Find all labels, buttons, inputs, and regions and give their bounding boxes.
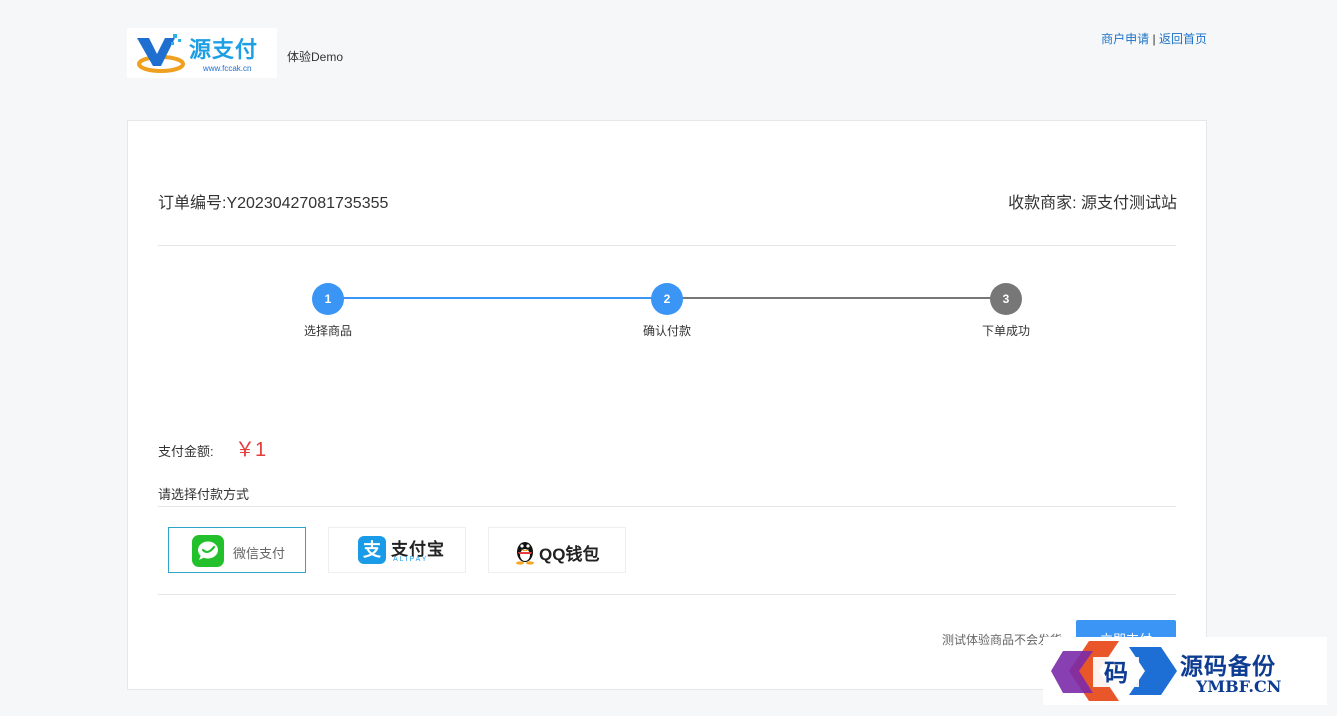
step-2-label: 确认付款 (642, 324, 691, 338)
back-home-link[interactable]: 返回首页 (1159, 32, 1207, 46)
step-1-circle: 1 (312, 283, 344, 315)
logo-url: www.fccak.cn (203, 64, 252, 73)
pay-option-qq[interactable]: QQ钱包 (488, 527, 626, 573)
pay-option-wechat[interactable]: 微信支付 (168, 527, 306, 573)
divider-methods-top (158, 506, 1176, 507)
site-logo[interactable]: 源支付 www.fccak.cn (127, 28, 277, 78)
qq-penguin-icon (516, 542, 534, 565)
pay-option-alipay[interactable]: 支 支付宝 ALIPAY (328, 527, 466, 573)
progress-line-pending (667, 297, 1006, 299)
step-3-label: 下单成功 (981, 324, 1030, 338)
header-subtitle: 体验Demo (287, 50, 344, 64)
divider-top (158, 245, 1176, 246)
progress-line-done (328, 297, 667, 299)
order-card: 订单编号:Y20230427081735355 收款商家: 源支付测试站 1 2… (127, 120, 1207, 690)
step-1-label: 选择商品 (303, 324, 352, 338)
divider-methods-bottom (158, 594, 1176, 595)
merchant-apply-link[interactable]: 商户申请 (1101, 32, 1149, 46)
wechat-icon (192, 535, 224, 567)
watermark-cn: 源码备份 (1180, 653, 1276, 680)
watermark-glyph: 码 (1104, 658, 1128, 687)
link-separator: | (1152, 32, 1156, 46)
step-2-circle: 2 (651, 283, 683, 315)
header-links: 商户申请 | 返回首页 (1101, 30, 1207, 47)
amount-label: 支付金额: (158, 444, 214, 459)
amount-value: ￥1 (235, 439, 267, 461)
choose-method-label: 请选择付款方式 (158, 487, 250, 502)
alipay-sublabel: ALIPAY (393, 556, 429, 563)
header: 源支付 www.fccak.cn 体验Demo 商户申请 | 返回首页 (127, 28, 1207, 78)
watermark-en: YMBF.CN (1196, 677, 1282, 696)
step-3-circle: 3 (990, 283, 1022, 315)
wechat-label: 微信支付 (233, 546, 286, 561)
qq-wallet-label: QQ钱包 (539, 545, 600, 564)
logo-mark-icon (137, 34, 185, 73)
alipay-icon: 支 (358, 536, 386, 564)
watermark-logo-icon: 码 (1051, 641, 1177, 701)
watermark: 码 源码备份 YMBF.CN (1043, 637, 1327, 705)
merchant-name: 收款商家: 源支付测试站 (1008, 195, 1177, 212)
logo-text: 源支付 (189, 37, 259, 62)
order-number: 订单编号:Y20230427081735355 (158, 195, 389, 212)
